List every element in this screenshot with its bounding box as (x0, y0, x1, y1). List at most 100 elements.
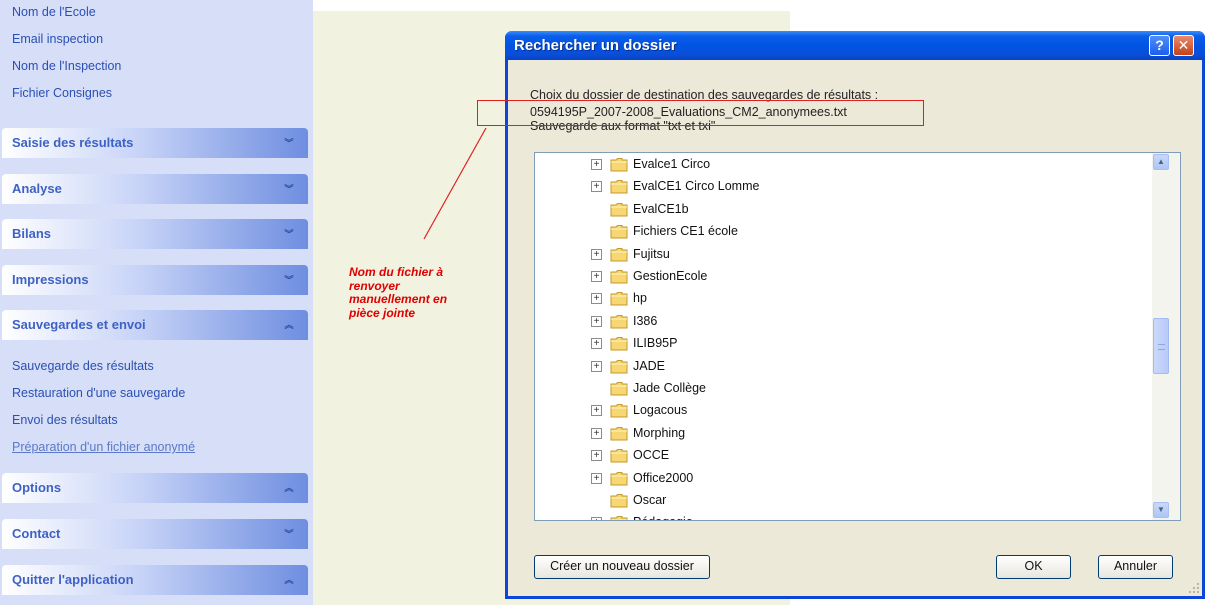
plus-box-icon[interactable]: + (591, 159, 602, 170)
tree-item-label: Jade Collège (633, 381, 706, 395)
folder-icon (610, 381, 628, 396)
section-label: Saisie des résultats (12, 135, 134, 150)
link-nom-inspection[interactable]: Nom de l'Inspection (12, 59, 121, 73)
tree-item-label: OCCE (633, 448, 670, 463)
section-bilans[interactable]: Bilans ︾ (2, 219, 308, 249)
tree-item[interactable]: + Morphing (591, 423, 1151, 445)
tree-item-label: EvalCE1 Circo Lomme (633, 179, 760, 194)
resize-grip-icon[interactable] (1188, 582, 1200, 594)
cancel-button[interactable]: Annuler (1098, 555, 1173, 579)
tree-item-label: ILIB95P (633, 336, 678, 351)
section-saisie-resultats[interactable]: Saisie des résultats ︾ (2, 128, 308, 158)
double-chevron-up-icon: ︽ (284, 575, 294, 585)
scroll-thumb[interactable] (1153, 318, 1169, 374)
link-preparation-fichier-anonyme[interactable]: Préparation d'un fichier anonymé (12, 440, 195, 454)
plus-box-icon[interactable]: + (591, 427, 602, 439)
tree-item-label: JADE (633, 358, 665, 373)
folder-icon (610, 336, 628, 351)
folder-icon (610, 269, 628, 284)
section-label: Quitter l'application (12, 572, 134, 587)
tree-item-label: Logacous (633, 403, 688, 418)
tree-item[interactable]: Jade Collège (591, 378, 1151, 400)
sidebar: Nom de l'Ecole Email inspection Nom de l… (0, 0, 313, 605)
section-label: Analyse (12, 181, 62, 196)
tree-item-label: Morphing (633, 425, 686, 440)
plus-box-icon[interactable]: + (591, 181, 602, 193)
tree-item-label: Evalce1 Circo (633, 157, 711, 171)
link-restauration-sauvegarde[interactable]: Restauration d'une sauvegarde (12, 386, 185, 400)
double-chevron-down-icon: ︾ (284, 184, 294, 194)
tree-item[interactable]: + JADE (591, 356, 1151, 378)
plus-box-icon[interactable]: + (591, 293, 602, 305)
new-folder-button[interactable]: Créer un nouveau dossier (534, 555, 710, 579)
tree-item-label: Office2000 (633, 470, 694, 485)
folder-icon (610, 179, 628, 194)
tree-item[interactable]: + I386 (591, 311, 1151, 333)
folder-icon (610, 403, 628, 418)
double-chevron-down-icon: ︾ (284, 275, 294, 285)
plus-box-icon[interactable]: + (591, 271, 602, 282)
folder-icon (610, 224, 628, 239)
tree-item[interactable]: + Evalce1 Circo (591, 154, 1151, 176)
plus-box-icon[interactable]: + (591, 248, 602, 260)
folder-icon (610, 471, 628, 486)
tree-item-label: Fujitsu (633, 246, 670, 261)
section-label: Impressions (12, 272, 89, 287)
folder-icon (610, 157, 628, 172)
scroll-up-icon[interactable]: ▲ (1153, 154, 1169, 170)
double-chevron-down-icon: ︾ (284, 138, 294, 148)
link-email-inspection[interactable]: Email inspection (12, 32, 103, 46)
section-label: Sauvegardes et envoi (12, 317, 146, 332)
tree-item[interactable]: + EvalCE1 Circo Lomme (591, 176, 1151, 198)
double-chevron-down-icon: ︾ (284, 529, 294, 539)
double-chevron-up-icon: ︽ (284, 483, 294, 493)
folder-tree[interactable]: + Evalce1 Circo + EvalCE1 Circo Lomme EvalCE… (534, 152, 1181, 521)
tree-item-label: Fichiers CE1 école (633, 224, 738, 239)
tree-item[interactable]: + GestionEcole (591, 266, 1151, 288)
link-fichier-consignes[interactable]: Fichier Consignes (12, 86, 112, 100)
tree-item-label: EvalCE1b (633, 201, 689, 216)
plus-box-icon[interactable]: + (591, 315, 602, 327)
section-analyse[interactable]: Analyse ︾ (2, 174, 308, 204)
plus-box-icon[interactable]: + (591, 360, 602, 372)
scroll-down-icon[interactable]: ▼ (1153, 502, 1169, 518)
plus-box-icon[interactable]: + (591, 405, 602, 417)
tree-item[interactable]: + Pédagogie (591, 512, 1151, 520)
section-impressions[interactable]: Impressions ︾ (2, 265, 308, 295)
folder-icon (610, 448, 628, 463)
plus-box-icon[interactable]: + (591, 472, 602, 484)
tree-item[interactable]: + hp (591, 288, 1151, 310)
section-sauvegardes-envoi[interactable]: Sauvegardes et envoi ︽ (2, 310, 308, 340)
grip-icon (1158, 344, 1165, 350)
section-quitter[interactable]: Quitter l'application ︽ (2, 565, 308, 595)
annotation-text: Nom du fichier à renvoyer manuellement e… (349, 265, 448, 320)
tree-item[interactable]: Fichiers CE1 école (591, 221, 1151, 243)
plus-box-icon[interactable]: + (591, 517, 602, 520)
section-options[interactable]: Options ︽ (2, 473, 308, 503)
section-label: Options (12, 480, 62, 495)
link-sauvegarde-resultats[interactable]: Sauvegarde des résultats (12, 359, 154, 373)
tree-item[interactable]: Oscar (591, 490, 1151, 512)
main-top-strip (313, 0, 790, 11)
link-nom-ecole[interactable]: Nom de l'Ecole (12, 5, 96, 19)
dialog-titlebar[interactable]: Rechercher un dossier ? ✕ (505, 31, 1205, 60)
folder-icon (610, 426, 628, 441)
section-label: Contact (12, 526, 61, 541)
vertical-scrollbar[interactable]: ▲ ▼ (1152, 153, 1180, 520)
plus-box-icon[interactable]: + (591, 338, 602, 350)
tree-item[interactable]: + Fujitsu (591, 244, 1151, 266)
folder-icon (610, 247, 628, 262)
tree-item[interactable]: + Logacous (591, 400, 1151, 422)
help-button[interactable]: ? (1149, 35, 1170, 56)
folder-icon (610, 515, 628, 520)
tree-item[interactable]: + ILIB95P (591, 333, 1151, 355)
close-button[interactable]: ✕ (1173, 35, 1194, 56)
plus-box-icon[interactable]: + (591, 450, 602, 462)
section-contact[interactable]: Contact ︾ (2, 519, 308, 549)
link-envoi-resultats[interactable]: Envoi des résultats (12, 413, 118, 427)
tree-item[interactable]: + OCCE (591, 445, 1151, 467)
ok-button[interactable]: OK (996, 555, 1071, 579)
tree-item[interactable]: + Office2000 (591, 468, 1151, 490)
dialog-title: Rechercher un dossier (514, 37, 677, 54)
tree-item[interactable]: EvalCE1b (591, 199, 1151, 221)
